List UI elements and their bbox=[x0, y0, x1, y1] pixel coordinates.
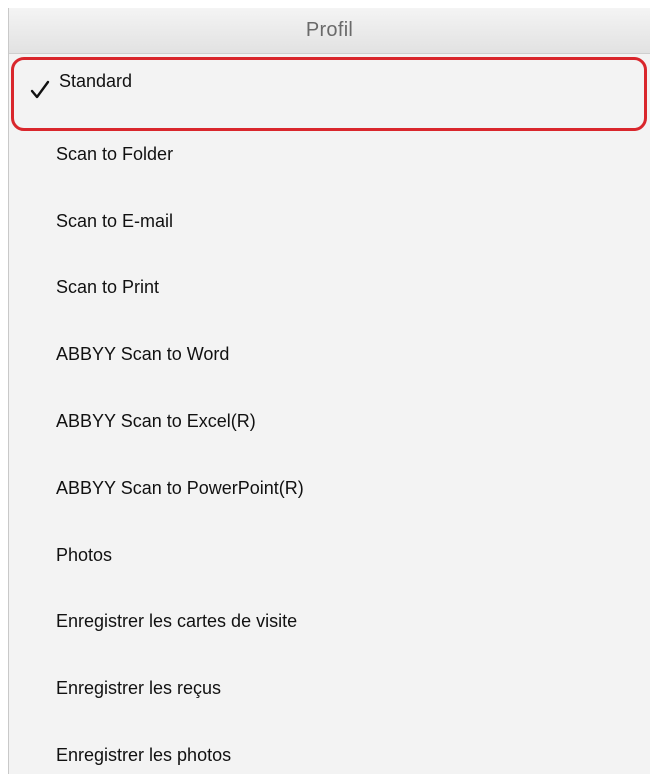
menu-header: Profil bbox=[9, 8, 650, 54]
menu-item-photos[interactable]: Photos bbox=[9, 533, 650, 583]
menu-item-abbyy-scan-to-powerpoint[interactable]: ABBYY Scan to PowerPoint(R) bbox=[9, 466, 650, 516]
menu-item-scan-to-folder[interactable]: Scan to Folder bbox=[9, 132, 650, 182]
profile-menu: Profil Standard Scan to Folder Scan to E… bbox=[8, 8, 650, 774]
menu-item-label: Enregistrer les photos bbox=[56, 745, 232, 765]
menu-item-label: ABBYY Scan to PowerPoint(R) bbox=[56, 478, 304, 498]
menu-item-label: Photos bbox=[56, 545, 113, 565]
checkmark-icon bbox=[30, 80, 50, 99]
menu-item-enregistrer-photos[interactable]: Enregistrer les photos bbox=[9, 733, 650, 774]
menu-title: Profil bbox=[305, 19, 354, 41]
menu-item-label: Enregistrer les reçus bbox=[56, 678, 222, 698]
menu-item-label: ABBYY Scan to Excel(R) bbox=[56, 411, 256, 431]
menu-item-abbyy-scan-to-excel[interactable]: ABBYY Scan to Excel(R) bbox=[9, 399, 650, 449]
menu-item-label: Enregistrer les cartes de visite bbox=[56, 611, 298, 631]
menu-item-abbyy-scan-to-word[interactable]: ABBYY Scan to Word bbox=[9, 332, 650, 382]
menu-item-label: Scan to E-mail bbox=[56, 211, 174, 231]
menu-item-enregistrer-recus[interactable]: Enregistrer les reçus bbox=[9, 666, 650, 716]
menu-item-scan-to-email[interactable]: Scan to E-mail bbox=[9, 199, 650, 249]
menu-item-scan-to-print[interactable]: Scan to Print bbox=[9, 265, 650, 315]
menu-item-label: Scan to Folder bbox=[56, 144, 174, 164]
menu-item-label: Standard bbox=[59, 71, 133, 91]
menu-item-standard[interactable]: Standard bbox=[9, 67, 650, 117]
menu-item-label: ABBYY Scan to Word bbox=[56, 344, 230, 364]
menu-item-enregistrer-cartes-de-visite[interactable]: Enregistrer les cartes de visite bbox=[9, 599, 650, 649]
menu-item-label: Scan to Print bbox=[56, 277, 160, 297]
